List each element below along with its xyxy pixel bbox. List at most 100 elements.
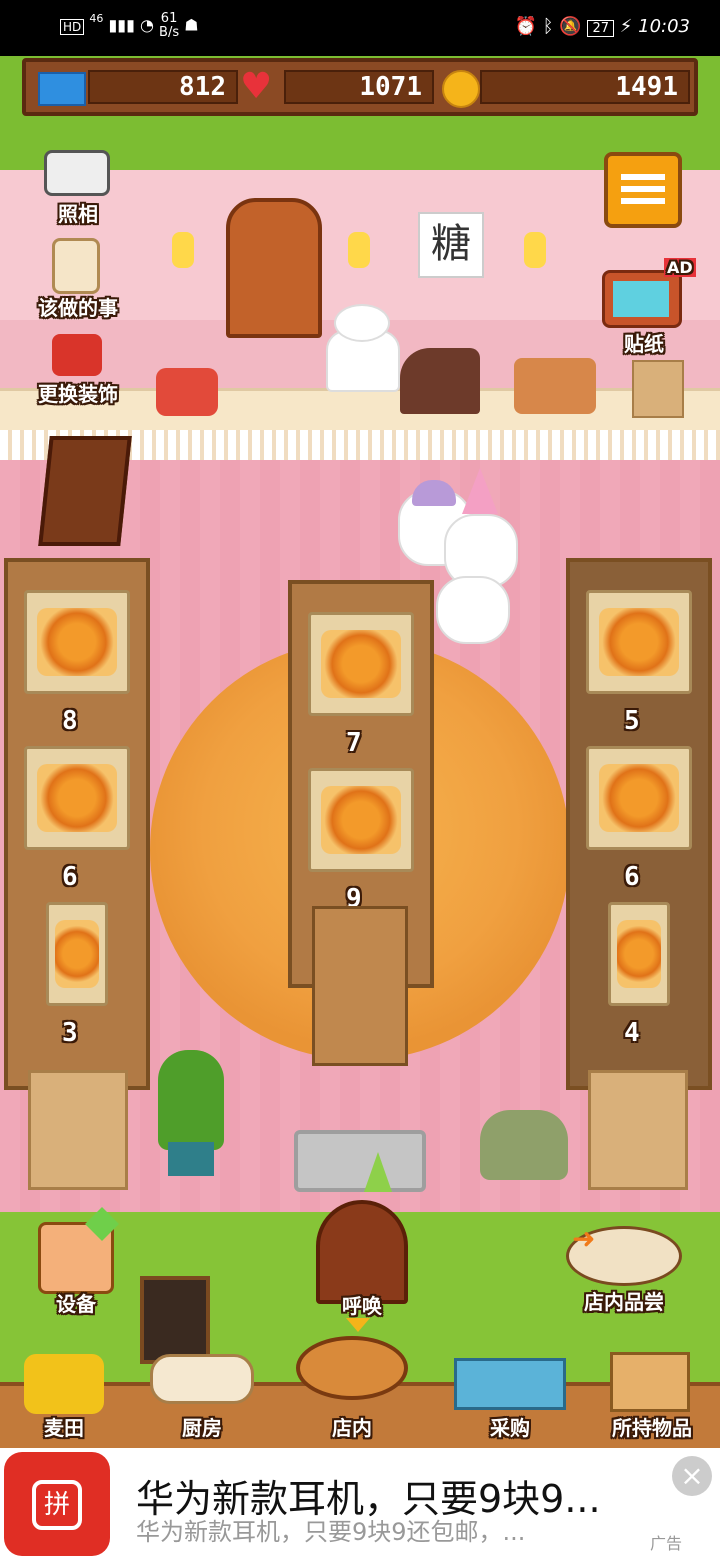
lamp-icon: [172, 232, 194, 268]
plant-pot: [168, 1142, 214, 1176]
coin-count: 1491: [480, 70, 690, 104]
camera-icon[interactable]: [44, 150, 110, 196]
tray-count: 8: [62, 706, 78, 736]
nav-wheat-field[interactable]: 麦田: [16, 1412, 112, 1441]
bread-icon: [321, 785, 401, 855]
menu-board-stand: [38, 436, 132, 546]
decor-button-label[interactable]: 更换装饰: [18, 378, 138, 407]
mute-icon: 🔕: [559, 16, 582, 37]
signal-icon: ▮▮▮: [108, 15, 135, 35]
heart-icon: ♥: [240, 66, 273, 107]
equipment-button-label[interactable]: 设备: [28, 1288, 124, 1317]
alarm-icon: ⏰: [514, 16, 538, 37]
jars-icon: [514, 358, 596, 414]
tray-count: 7: [346, 728, 362, 758]
paintbrush-icon[interactable]: [52, 334, 102, 376]
arrow-right-icon: ➜: [572, 1222, 596, 1255]
bread-icon: [37, 607, 117, 677]
potted-plant: [158, 1050, 224, 1150]
status-bar: HD 46 ▮▮▮ ◔ 61 B/s ☗ ⏰ ᛒ 🔕 27 ⚡ 10:03: [0, 0, 720, 56]
lamp-icon: [524, 232, 546, 268]
storage-box: [28, 1070, 128, 1190]
selected-indicator-icon: [346, 1318, 370, 1332]
shop-basket-icon[interactable]: [296, 1336, 408, 1400]
chalkboard-menu: [140, 1276, 210, 1364]
bread-icon: [599, 763, 679, 833]
bread-icon: [616, 919, 662, 989]
checklist-icon[interactable]: [52, 238, 100, 294]
bread-tray[interactable]: [24, 590, 130, 694]
kitchen-icon[interactable]: [150, 1354, 254, 1404]
ad-logo-mark: 拼: [32, 1480, 82, 1530]
nav-kitchen[interactable]: 厨房: [152, 1412, 252, 1441]
box-icon: [632, 360, 684, 418]
wheat-field-icon[interactable]: [24, 1354, 104, 1414]
battery-level: 27: [587, 20, 615, 37]
bread-loaf-icon: [400, 348, 480, 414]
bread-tray[interactable]: [308, 612, 414, 716]
charging-icon: ⚡: [619, 16, 633, 37]
door-mat: [294, 1130, 426, 1192]
bread-icon: [37, 763, 117, 833]
ad-logo-icon[interactable]: 拼: [4, 1452, 110, 1556]
bread-icon: [599, 607, 679, 677]
ticket-icon: [38, 72, 86, 106]
tray-count: 3: [62, 1018, 78, 1048]
ticket-count: 812: [88, 70, 238, 104]
bread-tray[interactable]: [308, 768, 414, 872]
tasting-button-label[interactable]: 店内品尝: [560, 1286, 688, 1315]
tray-count: 5: [624, 706, 640, 736]
bluetooth-icon: ᛒ: [542, 16, 554, 37]
network-type: HD: [60, 18, 85, 35]
summon-button-label[interactable]: 呼唤: [306, 1290, 418, 1319]
coin-icon: [442, 70, 480, 108]
signal-label: 46: [89, 12, 104, 25]
photo-button-label[interactable]: 照相: [28, 198, 128, 227]
bread-tray[interactable]: [24, 746, 130, 850]
ad-close-button[interactable]: ×: [672, 1456, 712, 1496]
purchase-shelf-icon[interactable]: [454, 1358, 566, 1410]
cutlery-stand[interactable]: [312, 906, 408, 1066]
bread-icon: [321, 629, 401, 699]
stickers-button-label[interactable]: 贴纸: [594, 328, 694, 357]
bread-tray[interactable]: [46, 902, 108, 1006]
summon-door-icon[interactable]: [316, 1200, 408, 1304]
wifi-icon: ◔: [139, 15, 154, 35]
ad-subtitle[interactable]: 华为新款耳机，只要9块9还包邮，...: [136, 1512, 525, 1547]
tv-screen: [613, 281, 669, 317]
bread-tray[interactable]: [586, 746, 692, 850]
todo-button-label[interactable]: 该做的事: [18, 292, 138, 321]
nav-shop[interactable]: 店内: [302, 1412, 402, 1441]
bread-icon: [54, 919, 100, 989]
menu-icon: [621, 174, 665, 180]
status-left: HD 46 ▮▮▮ ◔ 61 B/s ☗: [60, 12, 199, 40]
hamburger-menu-button[interactable]: [604, 152, 682, 228]
customer-cat[interactable]: [436, 576, 510, 644]
speed-value: 61: [160, 11, 178, 26]
nav-purchase[interactable]: 采购: [460, 1412, 560, 1441]
party-hat-icon: [462, 468, 498, 514]
notification-icon: ☗: [184, 15, 199, 35]
chef-hat-icon: [334, 304, 390, 342]
inventory-box-icon[interactable]: [610, 1352, 690, 1412]
party-hat-icon: [364, 1152, 392, 1192]
nav-inventory[interactable]: 所持物品: [598, 1412, 706, 1441]
status-right: ⏰ ᛒ 🔕 27 ⚡ 10:03: [515, 16, 690, 37]
storage-box: [588, 1070, 688, 1190]
bread-tray[interactable]: [586, 590, 692, 694]
shop-sign: 糖: [418, 212, 484, 278]
tray-count: 6: [62, 862, 78, 892]
tray-count: 6: [624, 862, 640, 892]
heart-count: 1071: [284, 70, 434, 104]
speed-unit: B/s: [159, 25, 180, 40]
ad-tag: 广告: [650, 1534, 683, 1553]
tv-ad-badge: AD: [664, 258, 696, 277]
resource-bar: 812 ♥ 1071 1491: [22, 58, 698, 116]
lamp-icon: [348, 232, 370, 268]
clock: 10:03: [638, 16, 690, 37]
telephone-icon[interactable]: [156, 368, 218, 416]
tv-ad-icon[interactable]: [602, 270, 682, 328]
bread-cabinet[interactable]: [226, 198, 322, 338]
bread-tray[interactable]: [608, 902, 670, 1006]
tray-count: 4: [624, 1018, 640, 1048]
